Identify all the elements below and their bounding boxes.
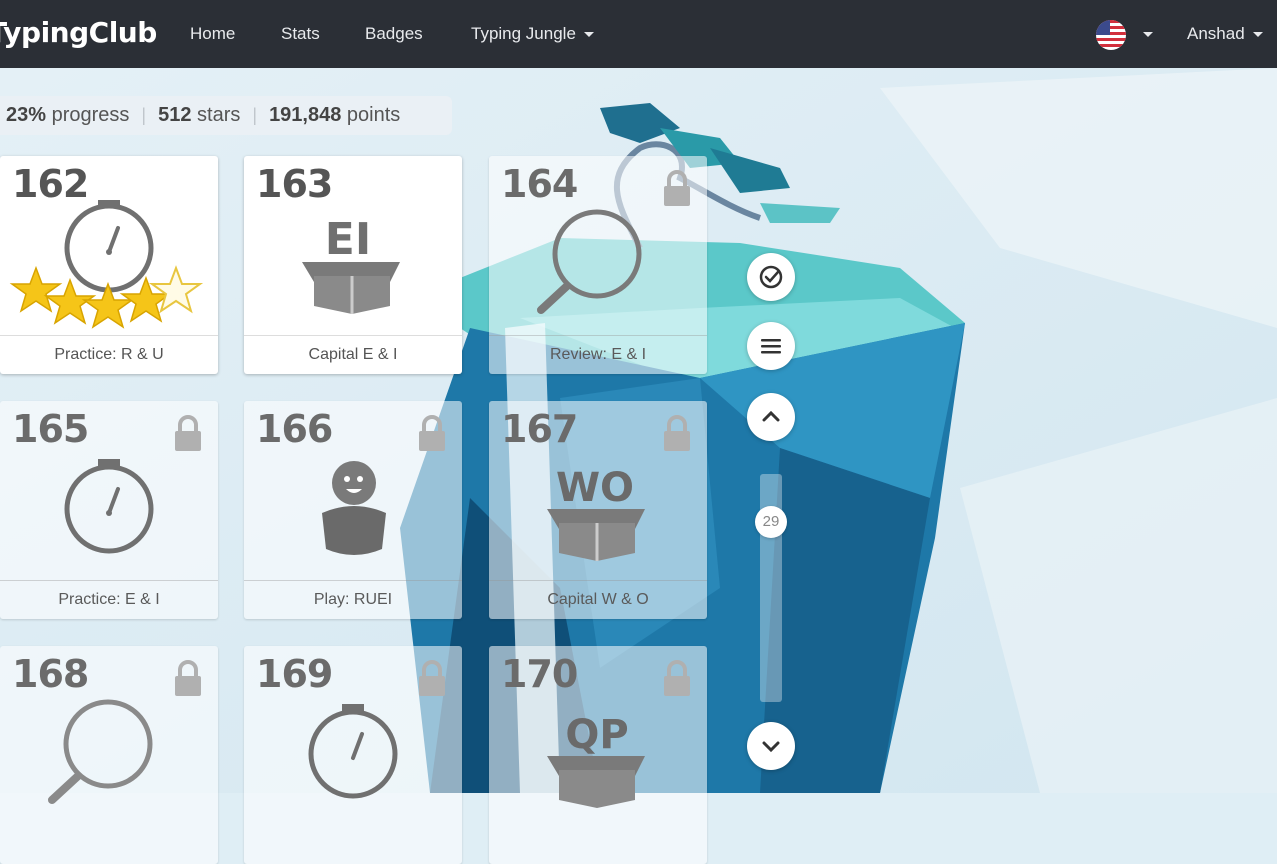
lesson-title: Play: RUEI [244, 580, 462, 619]
lesson-card-165[interactable]: 165 Practice: E & I [0, 401, 218, 619]
star-icon [81, 281, 135, 329]
star-icon [9, 265, 63, 313]
us-flag-icon[interactable] [1096, 20, 1126, 50]
box-icon: QP [547, 712, 645, 808]
lesson-card-170[interactable]: 170 QP [489, 646, 707, 864]
box-icon: WO [547, 465, 645, 561]
stopwatch-icon [308, 704, 398, 799]
star-outline-icon [148, 265, 204, 314]
stars-count: 512 [158, 104, 192, 126]
nav-typing-jungle-label: Typing Jungle [471, 24, 576, 43]
divider: | [141, 105, 147, 125]
progress-label: progress [51, 104, 130, 126]
language-chevron-down-icon[interactable] [1143, 32, 1153, 37]
progress-percent: 23% [6, 104, 47, 126]
lesson-title: Capital W & O [489, 580, 707, 619]
scroll-up-button[interactable] [747, 393, 795, 441]
nav-badges[interactable]: Badges [365, 24, 423, 44]
lesson-card-169[interactable]: 169 [244, 646, 462, 864]
lesson-card-166[interactable]: 166 Play: RUEI [244, 401, 462, 619]
magnifier-icon [537, 209, 642, 314]
stars-label: stars [197, 104, 241, 126]
game-character-icon [322, 461, 386, 555]
divider: | [252, 105, 258, 125]
points-label: points [346, 104, 401, 126]
lesson-title: Capital E & I [244, 335, 462, 374]
lesson-card-168[interactable]: 168 [0, 646, 218, 864]
brand-logo[interactable]: TypingClub [0, 16, 157, 49]
top-navbar: TypingClub Home Stats Badges Typing Jung… [0, 0, 1277, 68]
user-chevron-down-icon [1252, 32, 1263, 38]
lesson-stars [9, 265, 204, 329]
lesson-card-164[interactable]: 164 Review: E & I [489, 156, 707, 374]
chevron-down-icon [583, 32, 594, 38]
chevron-up-icon [762, 410, 780, 422]
progress-summary: 23% progress | 512 stars | 191,848 point… [0, 96, 452, 135]
scroll-thumb[interactable]: 29 [755, 506, 787, 538]
magnifier-icon [48, 699, 153, 804]
points-count: 191,848 [269, 104, 342, 126]
nav-home[interactable]: Home [190, 24, 235, 44]
box-text: QP [565, 712, 628, 758]
box-icon: EI [302, 214, 400, 314]
user-menu[interactable]: Anshad [1187, 24, 1263, 44]
lesson-card-163[interactable]: 163 EI Capital E & I [244, 156, 462, 374]
box-text: EI [325, 214, 371, 265]
user-name: Anshad [1187, 24, 1245, 43]
lesson-title: Review: E & I [489, 335, 707, 374]
nav-typing-jungle[interactable]: Typing Jungle [471, 24, 594, 44]
box-text: WO [556, 465, 634, 511]
lesson-title: Practice: E & I [0, 580, 218, 619]
menu-button[interactable] [747, 322, 795, 370]
check-progress-button[interactable] [747, 253, 795, 301]
check-circle-icon [759, 265, 783, 289]
scroll-down-button[interactable] [747, 722, 795, 770]
lesson-title: Practice: R & U [0, 335, 218, 374]
nav-stats[interactable]: Stats [281, 24, 320, 44]
lesson-card-162[interactable]: 162 Practice: R & U [0, 156, 218, 374]
stopwatch-icon [64, 459, 154, 554]
chevron-down-icon [762, 741, 780, 753]
lesson-card-167[interactable]: 167 WO Capital W & O [489, 401, 707, 619]
menu-icon [761, 339, 781, 354]
